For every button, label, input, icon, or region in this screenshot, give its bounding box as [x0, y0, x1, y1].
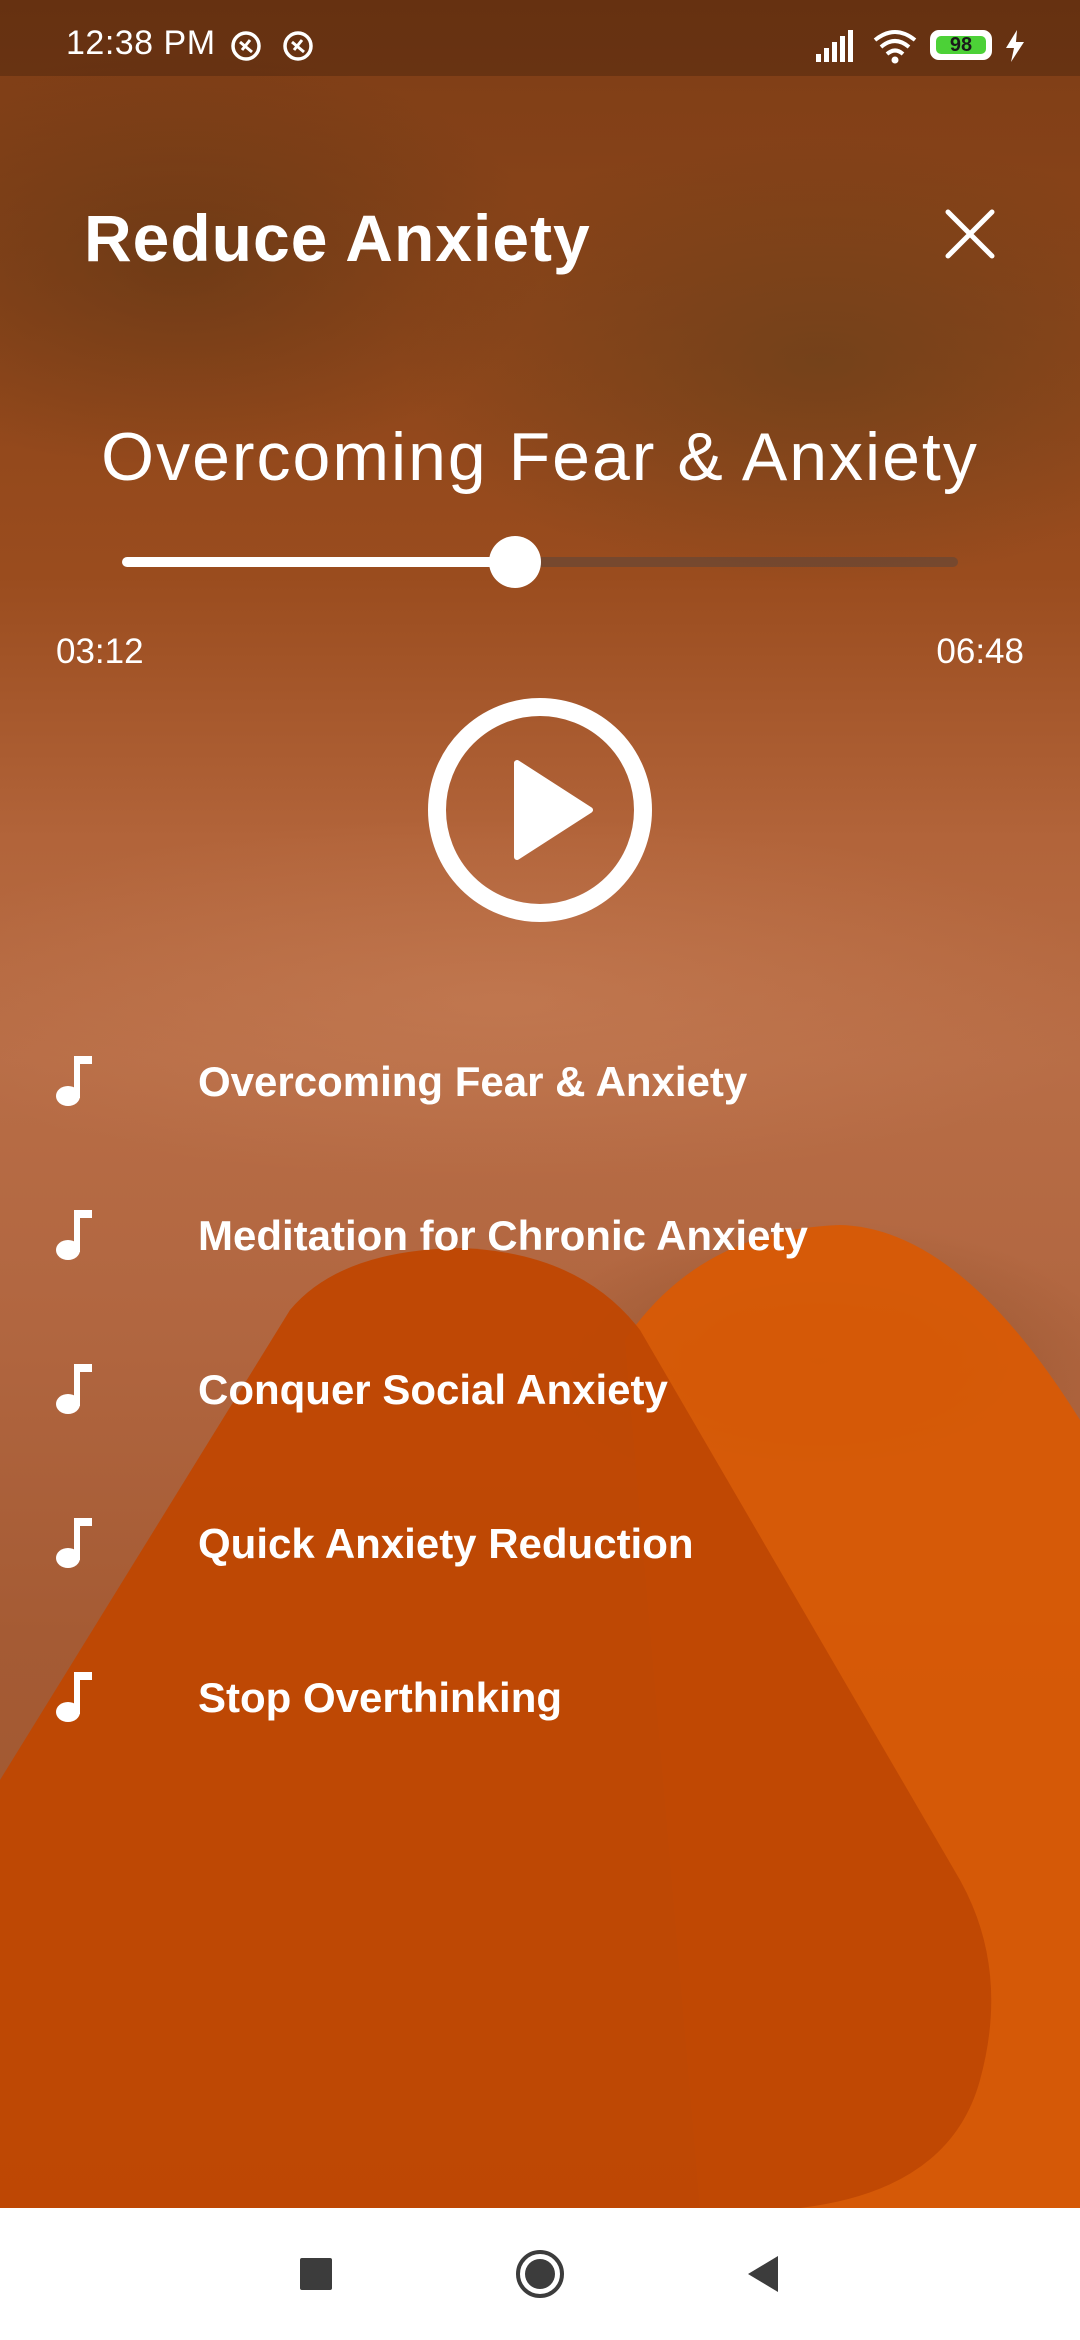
- charging-bolt-icon: [1006, 30, 1024, 62]
- seek-bar[interactable]: [122, 536, 958, 588]
- battery-level: 98: [936, 35, 986, 55]
- play-icon: [514, 760, 593, 860]
- music-note-icon: [56, 1672, 92, 1722]
- music-note-icon: [56, 1210, 92, 1260]
- playlist-item[interactable]: Quick Anxiety Reduction: [0, 1492, 1080, 1592]
- wifi-icon: [873, 30, 917, 64]
- page-title: Reduce Anxiety: [84, 201, 591, 275]
- playlist-item-label: Overcoming Fear & Anxiety: [198, 1058, 748, 1105]
- playlist-item[interactable]: Conquer Social Anxiety: [0, 1338, 1080, 1438]
- play-button[interactable]: [425, 695, 655, 925]
- close-icon[interactable]: [942, 206, 998, 262]
- player-screen: 12:38 PM 98 Reduce Anxiety Overcoming Fe…: [0, 0, 1080, 2208]
- notification-icon: [283, 31, 313, 61]
- playlist-item[interactable]: Meditation for Chronic Anxiety: [0, 1184, 1080, 1284]
- playlist-item-label: Stop Overthinking: [198, 1674, 563, 1721]
- navigation-bar: [0, 2208, 1080, 2340]
- current-time: 03:12: [56, 632, 144, 671]
- battery-icon: 98: [930, 30, 992, 60]
- seek-progress: [122, 557, 515, 567]
- back-icon[interactable]: [742, 2252, 782, 2296]
- playlist-item[interactable]: Stop Overthinking: [0, 1646, 1080, 1746]
- playlist-item-label: Conquer Social Anxiety: [198, 1366, 668, 1413]
- playlist-item-label: Quick Anxiety Reduction: [198, 1520, 694, 1567]
- music-note-icon: [56, 1518, 92, 1568]
- playlist-item[interactable]: Overcoming Fear & Anxiety: [0, 1030, 1080, 1130]
- signal-icon: [816, 30, 853, 62]
- recents-icon[interactable]: [300, 2258, 332, 2290]
- notification-icon: [231, 31, 261, 61]
- total-time: 06:48: [936, 632, 1024, 671]
- status-time: 12:38 PM: [66, 24, 216, 62]
- seek-thumb[interactable]: [488, 536, 541, 588]
- music-note-icon: [56, 1364, 92, 1414]
- home-icon[interactable]: [514, 2248, 566, 2300]
- music-note-icon: [56, 1056, 92, 1106]
- playlist-item-label: Meditation for Chronic Anxiety: [198, 1212, 808, 1259]
- track-title: Overcoming Fear & Anxiety: [101, 419, 979, 495]
- status-bar: 12:38 PM 98: [0, 0, 1080, 76]
